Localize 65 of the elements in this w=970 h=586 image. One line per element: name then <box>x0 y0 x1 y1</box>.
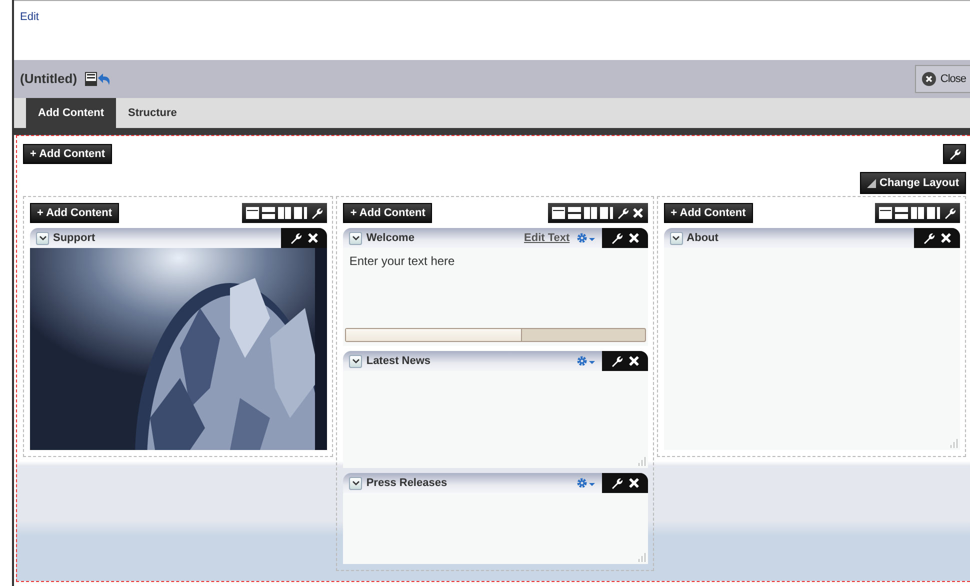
chevron-down-icon <box>350 478 361 488</box>
split-row-icon[interactable] <box>568 207 581 219</box>
add-content-button[interactable]: + Add Content <box>343 203 432 223</box>
resize-grip-icon[interactable] <box>636 553 646 562</box>
collapse-toggle[interactable] <box>349 354 362 368</box>
wrench-icon[interactable] <box>310 206 324 220</box>
wrench-icon[interactable] <box>610 476 623 490</box>
panel-title: Support <box>53 230 96 246</box>
split-row-icon[interactable] <box>895 207 908 219</box>
gear-dropdown-icon[interactable] <box>576 355 596 367</box>
wrench-icon[interactable] <box>943 206 956 220</box>
wrench-icon[interactable] <box>289 232 302 244</box>
panel-title: About <box>686 230 718 246</box>
collapse-toggle[interactable] <box>670 232 683 244</box>
narrow-column-icon[interactable] <box>294 207 308 219</box>
add-content-button[interactable]: + Add Content <box>664 203 753 223</box>
resize-grip-icon[interactable] <box>636 457 646 466</box>
wrench-icon[interactable] <box>922 232 936 244</box>
collapse-toggle[interactable] <box>349 476 362 490</box>
split-row-icon[interactable] <box>262 207 276 219</box>
chevron-down-icon <box>350 233 361 243</box>
collapse-toggle[interactable] <box>349 232 362 244</box>
wrench-icon[interactable] <box>610 232 623 244</box>
wrench-icon <box>948 148 961 160</box>
column-layout-icon[interactable] <box>584 207 597 219</box>
resize-grip-icon[interactable] <box>949 439 958 448</box>
column-layout-icon[interactable] <box>278 207 292 219</box>
panel-title: Press Releases <box>366 476 448 491</box>
page-title: (Untitled) <box>20 70 78 88</box>
horizontal-scrollbar[interactable] <box>345 328 646 342</box>
close-icon[interactable] <box>632 207 644 219</box>
wrench-button[interactable] <box>943 144 966 164</box>
close-circle-icon <box>922 72 936 86</box>
collapse-toggle[interactable] <box>36 232 49 244</box>
layout-triangle-icon <box>866 178 876 188</box>
gear-dropdown-icon[interactable] <box>576 232 596 244</box>
save-icon[interactable] <box>85 72 98 86</box>
body-text: Enter your text here <box>348 253 456 270</box>
chevron-down-icon <box>350 356 361 366</box>
close-icon[interactable] <box>628 232 640 244</box>
close-icon[interactable] <box>307 232 320 244</box>
panel-title: Latest News <box>366 354 431 369</box>
panel-title: Welcome <box>366 230 414 246</box>
chevron-down-icon <box>671 233 682 243</box>
narrow-column-icon[interactable] <box>600 207 613 219</box>
close-button[interactable]: Close <box>915 65 970 93</box>
edit-link[interactable]: Edit <box>20 11 39 23</box>
chevron-down-icon <box>38 233 48 243</box>
tab[interactable]: Add Content <box>26 98 116 128</box>
wrench-icon[interactable] <box>616 206 629 220</box>
row-layout-icon[interactable] <box>246 207 260 219</box>
add-content-button[interactable]: + Add Content <box>30 203 120 223</box>
edit-text-link[interactable]: Edit Text <box>524 230 570 246</box>
close-icon[interactable] <box>628 477 640 489</box>
change-layout-button[interactable]: Change Layout <box>860 172 966 194</box>
tab[interactable]: Structure <box>116 98 189 128</box>
gear-dropdown-icon[interactable] <box>576 477 596 489</box>
close-icon[interactable] <box>940 232 952 244</box>
row-layout-icon[interactable] <box>552 207 565 219</box>
add-content-button[interactable]: + Add Content <box>23 144 112 164</box>
close-icon[interactable] <box>628 355 640 367</box>
row-layout-icon[interactable] <box>879 207 892 219</box>
column-layout-icon[interactable] <box>911 207 924 219</box>
wrench-icon[interactable] <box>610 354 623 368</box>
narrow-column-icon[interactable] <box>927 207 940 219</box>
